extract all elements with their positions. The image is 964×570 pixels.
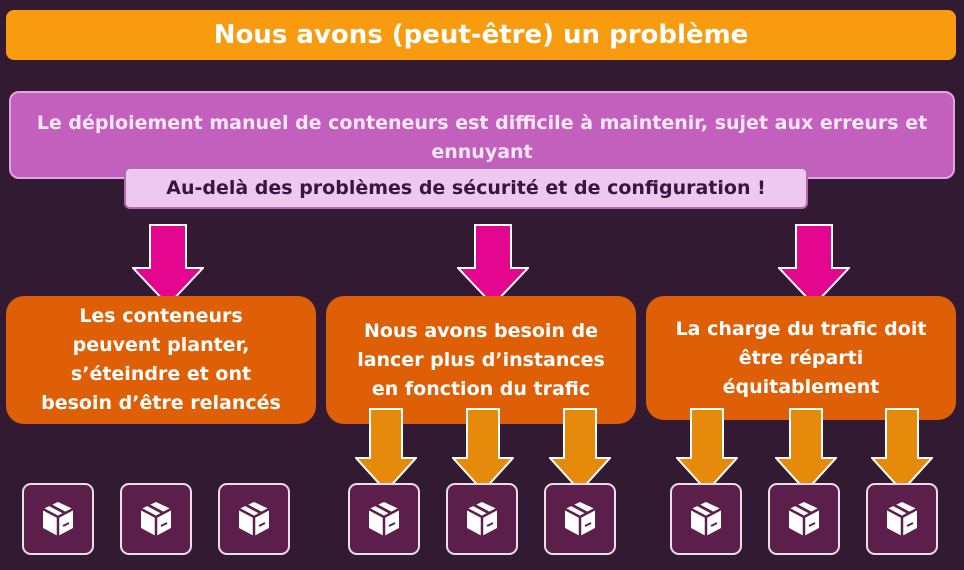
package-box-icon — [466, 502, 498, 536]
arrow-down-icon — [355, 408, 417, 492]
note-box: Au-delà des problèmes de sécurité et de … — [124, 167, 808, 209]
issue-box-scaling: Nous avons besoin de lancer plus d’insta… — [326, 296, 636, 424]
container-tile — [768, 483, 840, 555]
container-tile — [866, 483, 938, 555]
issue-text: La charge du trafic doit être réparti éq… — [675, 317, 927, 398]
problem-box: Le déploiement manuel de conteneurs est … — [9, 91, 955, 179]
container-tile — [544, 483, 616, 555]
container-tile — [670, 483, 742, 555]
arrow-down-icon — [457, 224, 529, 306]
package-box-icon — [368, 502, 400, 536]
container-tile — [218, 483, 290, 555]
arrow-down-icon — [871, 408, 933, 492]
arrow-down-icon — [549, 408, 611, 492]
container-tile — [22, 483, 94, 555]
arrow-down-icon — [676, 408, 738, 492]
note-text: Au-delà des problèmes de sécurité et de … — [166, 177, 766, 199]
arrow-down-icon — [778, 224, 850, 306]
problem-text: Le déploiement manuel de conteneurs est … — [36, 112, 928, 163]
package-box-icon — [140, 502, 172, 536]
package-box-icon — [886, 502, 918, 536]
arrow-down-icon — [775, 408, 837, 492]
package-box-icon — [564, 502, 596, 536]
package-box-icon — [238, 502, 270, 536]
issue-text: Les conteneurs peuvent planter, s’éteind… — [41, 305, 281, 414]
title-bar: Nous avons (peut-être) un problème — [6, 10, 956, 60]
issue-box-load-balancing: La charge du trafic doit être réparti éq… — [646, 296, 956, 420]
package-box-icon — [42, 502, 74, 536]
container-tile — [446, 483, 518, 555]
arrow-down-icon — [132, 224, 204, 306]
arrow-down-icon — [452, 408, 514, 492]
page-title: Nous avons (peut-être) un problème — [213, 20, 749, 50]
package-box-icon — [690, 502, 722, 536]
container-tile — [120, 483, 192, 555]
package-box-icon — [788, 502, 820, 536]
issue-box-crash: Les conteneurs peuvent planter, s’éteind… — [6, 296, 316, 424]
container-tile — [348, 483, 420, 555]
issue-text: Nous avons besoin de lancer plus d’insta… — [357, 319, 605, 400]
